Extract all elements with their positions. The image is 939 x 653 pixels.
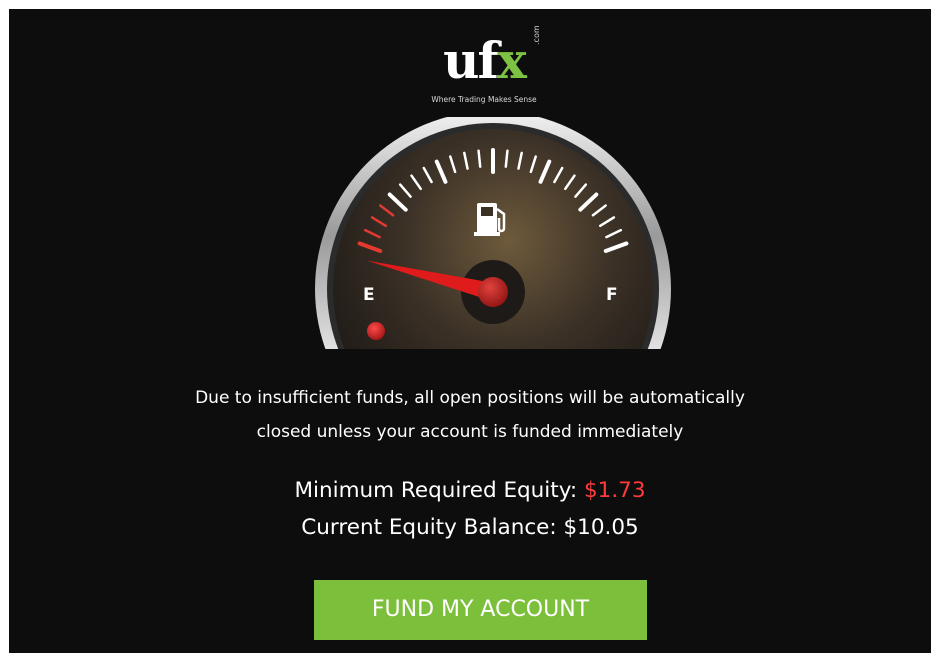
minimum-equity-value: $1.73	[583, 478, 646, 503]
fund-my-account-button[interactable]: FUND MY ACCOUNT	[314, 580, 647, 640]
logo-tagline: Where Trading Makes Sense	[431, 95, 537, 104]
current-equity-label: Current Equity Balance:	[301, 515, 557, 540]
warning-message: Due to insufficient funds, all open posi…	[9, 381, 931, 449]
gauge-tick	[477, 149, 482, 168]
warning-light	[367, 322, 385, 340]
warning-message-line-2: closed unless your account is funded imm…	[256, 422, 684, 442]
minimum-equity-label: Minimum Required Equity:	[294, 478, 578, 503]
logo-accent: x	[497, 31, 527, 90]
current-equity-row: Current Equity Balance: $10.05	[9, 513, 931, 543]
warning-message-line-1: Due to insufficient funds, all open posi…	[195, 388, 745, 408]
logo-dotcom: .com	[532, 25, 541, 45]
current-equity-value: $10.05	[563, 515, 639, 540]
gauge-empty-label: E	[363, 285, 375, 305]
alert-panel: ufx .com Where Trading Makes Sense E F D…	[9, 9, 931, 653]
fuel-gauge: E F	[315, 117, 671, 349]
logo-wordmark: ufx	[419, 33, 549, 89]
minimum-equity-row: Minimum Required Equity: $1.73	[9, 476, 931, 506]
logo-main: uf	[443, 31, 499, 90]
gauge-full-label: F	[606, 285, 618, 305]
ufx-logo: ufx .com Where Trading Makes Sense	[419, 25, 549, 105]
gauge-tick	[504, 149, 509, 168]
needle-hub	[478, 277, 508, 307]
